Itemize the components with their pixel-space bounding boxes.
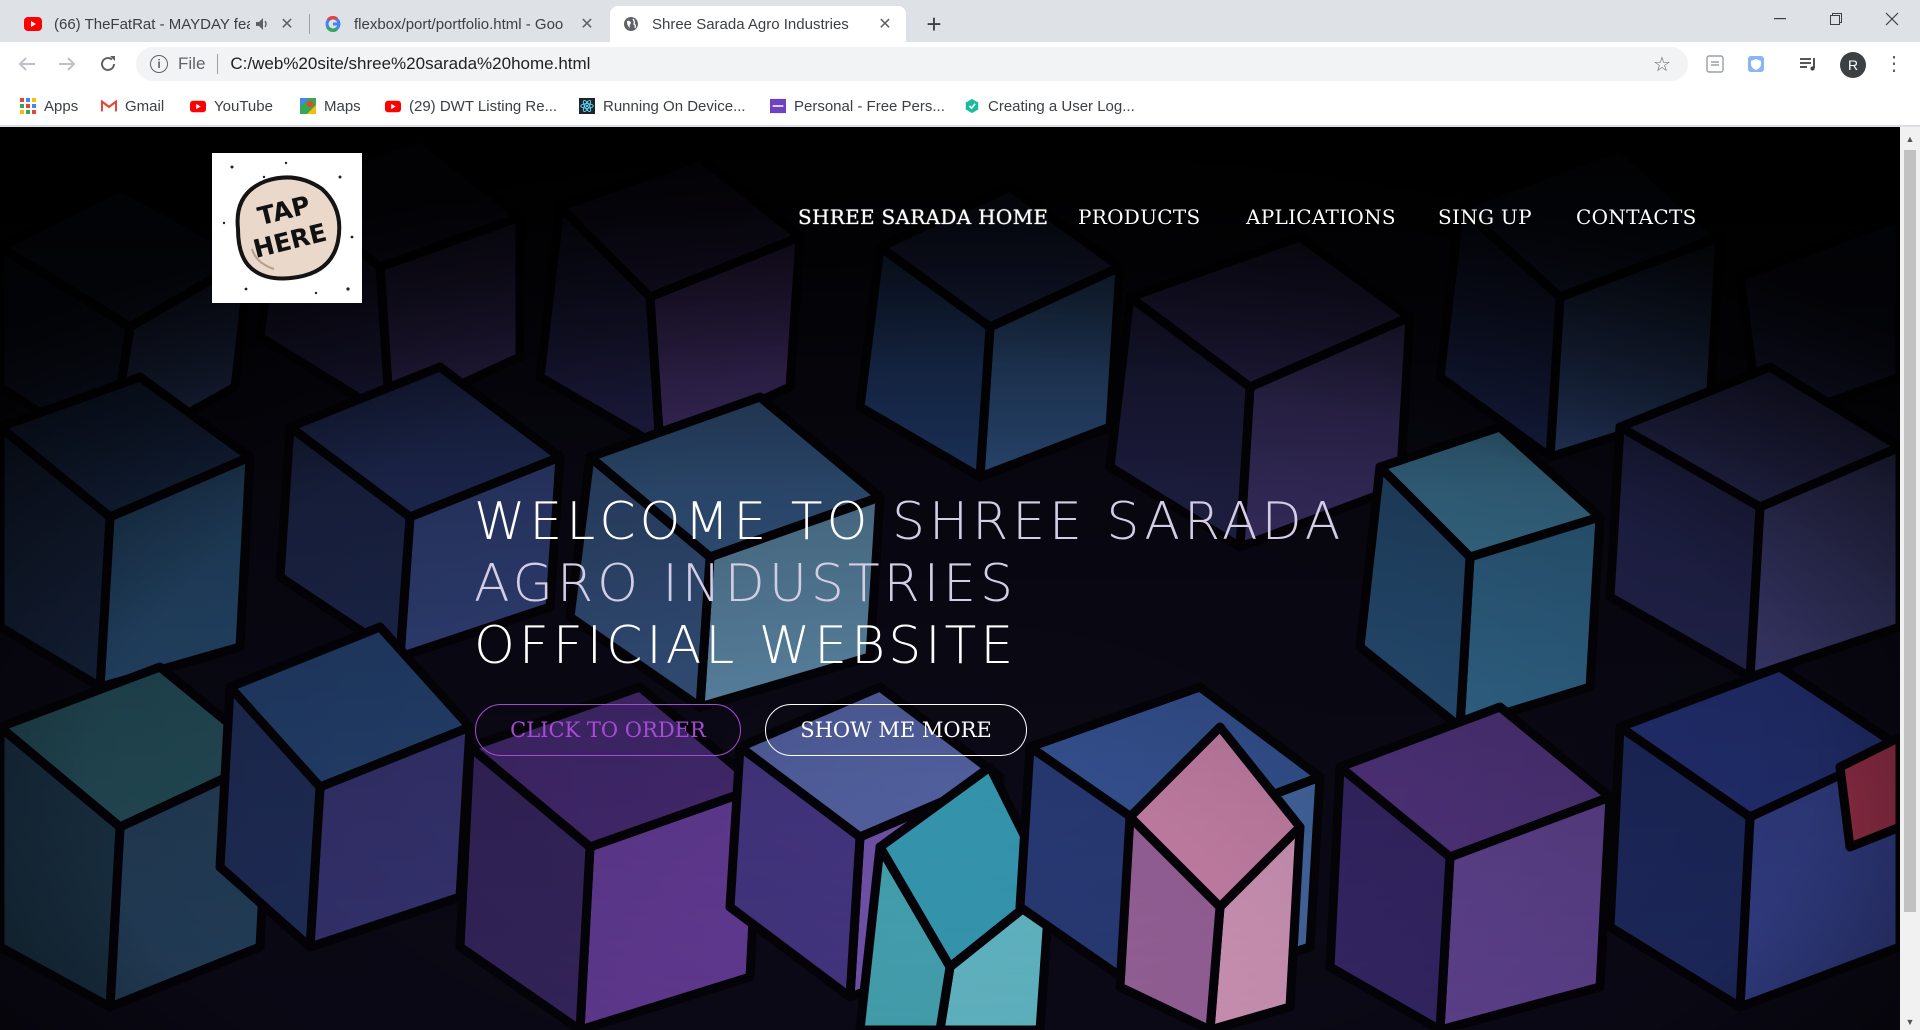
colorlib-icon	[770, 98, 786, 114]
url-scheme: File	[178, 54, 206, 73]
url-divider	[217, 54, 219, 74]
globe-icon	[622, 15, 640, 33]
speaker-icon[interactable]	[254, 15, 272, 33]
bookmark-label: Creating a User Log...	[988, 97, 1135, 115]
media-control-icon[interactable]	[1798, 53, 1820, 75]
hero-brand-text: SHREE SARADA	[891, 492, 1345, 552]
forward-icon[interactable]	[53, 50, 81, 78]
address-bar[interactable]: i File C:/web%20site/shree%20sarada%20ho…	[136, 47, 1688, 81]
bookmark-dwt-listing[interactable]: (29) DWT Listing Re...	[385, 94, 557, 118]
tab-flexbox[interactable]: flexbox/port/portfolio.html - Goo ✕	[312, 6, 608, 42]
close-tab-icon[interactable]: ✕	[876, 15, 894, 33]
react-icon	[579, 98, 595, 114]
bookmark-youtube[interactable]: YouTube	[190, 94, 273, 118]
tab-title: flexbox/port/portfolio.html - Goo	[354, 15, 564, 33]
hero-line-2: AGRO INDUSTRIES	[474, 554, 1017, 614]
click-to-order-button[interactable]: CLICK TO ORDER	[475, 704, 741, 756]
close-tab-icon[interactable]: ✕	[578, 15, 596, 33]
url-text[interactable]: C:/web%20site/shree%20sarada%20home.html	[230, 54, 1650, 74]
close-tab-icon[interactable]: ✕	[278, 15, 296, 33]
nav-link-aplications[interactable]: APLICATIONS	[1246, 205, 1396, 229]
bookmarks-bar: Apps Gmail YouTube Maps (29) DWT Listing…	[0, 86, 1920, 126]
site-logo[interactable]: TAP HERE	[212, 153, 362, 303]
nav-link-products[interactable]: PRODUCTS	[1078, 205, 1201, 229]
bookmark-maps[interactable]: Maps	[300, 94, 361, 118]
bookmark-label: Personal - Free Pers...	[794, 97, 945, 115]
bookmark-star-icon[interactable]: ☆	[1650, 52, 1674, 77]
show-me-more-button[interactable]: SHOW ME MORE	[765, 704, 1027, 756]
shield-extension-icon[interactable]	[1745, 53, 1767, 75]
bookmark-label: (29) DWT Listing Re...	[409, 97, 558, 115]
hero-welcome-text: WELCOME TO	[474, 492, 892, 552]
new-tab-button[interactable]: +	[918, 9, 950, 41]
hero-line-1: WELCOME TO SHREE SARADA	[474, 491, 1344, 553]
profile-avatar[interactable]: R	[1840, 52, 1866, 78]
menu-kebab-icon[interactable]: ⋮	[1884, 50, 1904, 78]
back-icon[interactable]	[13, 50, 41, 78]
scrollbar-thumb[interactable]	[1904, 150, 1916, 912]
bookmark-gmail[interactable]: Gmail	[101, 94, 164, 118]
tab-strip: (66) TheFatRat - MAYDAY fea ✕ flexbox/po…	[0, 0, 1920, 42]
apps-grid-icon	[20, 98, 36, 114]
tab-title: (66) TheFatRat - MAYDAY fea	[54, 15, 250, 33]
youtube-icon	[190, 98, 206, 114]
page-scrollbar[interactable]: ▲ ▼	[1900, 127, 1920, 1030]
tab-shree-sarada[interactable]: Shree Sarada Agro Industries ✕	[610, 6, 906, 42]
bookmark-personal[interactable]: Personal - Free Pers...	[770, 94, 945, 118]
page-viewport: TAP HERE SHREE SARADA HOME PRODUCTS APLI…	[0, 127, 1900, 1030]
browser-toolbar: i File C:/web%20site/shree%20sarada%20ho…	[0, 42, 1920, 86]
restore-icon[interactable]	[1808, 0, 1864, 38]
hexagon-icon	[964, 98, 980, 114]
google-icon	[324, 15, 342, 33]
hero-line-3: OFFICIAL WEBSITE	[474, 616, 1018, 676]
info-icon[interactable]: i	[150, 55, 168, 73]
hero-heading: WELCOME TO SHREE SARADA AGRO INDUSTRIES …	[474, 491, 1344, 677]
tab-separator	[309, 14, 310, 34]
extension-icon[interactable]	[1704, 53, 1726, 75]
youtube-icon	[24, 15, 42, 33]
bookmark-label: Maps	[324, 97, 361, 115]
youtube-icon	[385, 98, 401, 114]
bookmark-label: Apps	[44, 97, 79, 115]
gmail-icon	[101, 98, 117, 114]
tab-title: Shree Sarada Agro Industries	[652, 15, 849, 33]
reload-icon[interactable]	[94, 50, 122, 78]
nav-link-sing-up[interactable]: SING UP	[1438, 205, 1532, 229]
close-window-icon[interactable]	[1864, 0, 1920, 38]
bookmark-running-on-device[interactable]: Running On Device...	[579, 94, 746, 118]
tab-youtube[interactable]: (66) TheFatRat - MAYDAY fea ✕	[12, 6, 308, 42]
maps-icon	[300, 98, 316, 114]
bookmark-apps[interactable]: Apps	[20, 94, 78, 118]
scroll-down-arrow-icon[interactable]: ▼	[1900, 1014, 1920, 1030]
scroll-up-arrow-icon[interactable]: ▲	[1900, 131, 1920, 147]
minimize-icon[interactable]	[1752, 0, 1808, 38]
nav-link-home[interactable]: SHREE SARADA HOME	[798, 205, 1048, 229]
bookmark-label: Running On Device...	[603, 97, 746, 115]
bookmark-label: YouTube	[214, 97, 273, 115]
bookmark-user-login[interactable]: Creating a User Log...	[964, 94, 1135, 118]
bookmark-label: Gmail	[125, 97, 165, 115]
nav-link-contacts[interactable]: CONTACTS	[1576, 205, 1697, 229]
